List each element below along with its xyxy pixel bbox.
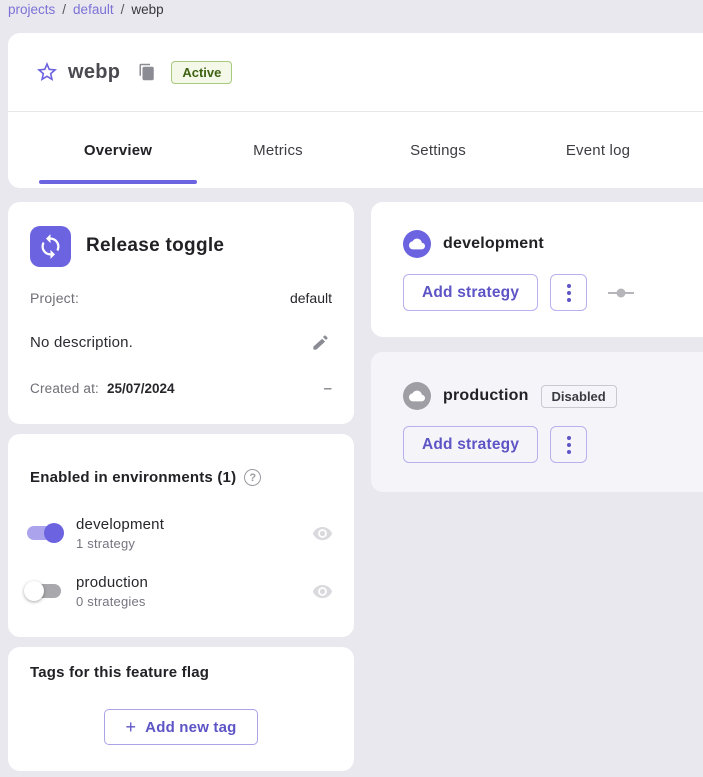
tab-metrics-label: Metrics <box>253 142 303 159</box>
breadcrumb-link-default[interactable]: default <box>73 2 114 17</box>
add-new-tag-button[interactable]: + Add new tag <box>104 709 258 745</box>
edit-description-button[interactable] <box>308 330 332 354</box>
environment-menu-button[interactable] <box>550 426 587 463</box>
production-toggle[interactable] <box>24 580 64 602</box>
created-at-value: 25/07/2024 <box>107 381 175 396</box>
enabled-environments-card: Enabled in environments (1) ? developmen… <box>8 434 354 637</box>
environment-icon-box <box>403 230 431 258</box>
feature-details-card: Release toggle Project: default No descr… <box>8 202 354 424</box>
kebab-icon <box>567 436 571 440</box>
eye-icon <box>312 523 333 544</box>
environment-name: production <box>76 574 310 591</box>
tab-settings-label: Settings <box>410 142 466 159</box>
status-badge: Active <box>171 61 232 84</box>
breadcrumb-current: webp <box>131 2 163 17</box>
tab-bar: Overview Metrics Settings Event log <box>38 112 678 188</box>
view-environment-button[interactable] <box>310 521 334 545</box>
add-strategy-button[interactable]: Add strategy <box>403 274 538 311</box>
description-text: No description. <box>30 334 133 351</box>
kebab-icon <box>567 284 571 288</box>
plus-icon: + <box>125 718 136 736</box>
environment-panel-development: development Add strategy <box>371 202 703 337</box>
feature-title-row: webp Active <box>8 33 703 111</box>
panel-header: development <box>403 230 544 258</box>
environment-row-production: production 0 strategies <box>24 569 334 613</box>
breadcrumb: projects / default / webp <box>8 2 164 17</box>
cloud-icon <box>409 388 425 404</box>
environment-panel-name: production <box>443 387 529 405</box>
tags-title: Tags for this feature flag <box>30 664 209 681</box>
panel-actions: Add strategy <box>403 274 635 311</box>
environment-name: development <box>76 516 310 533</box>
page-title: webp <box>68 61 120 84</box>
tab-event-log-label: Event log <box>566 142 630 159</box>
help-icon[interactable]: ? <box>244 469 261 486</box>
project-label: Project: <box>30 290 79 306</box>
description-row: No description. <box>30 330 332 354</box>
copy-name-button[interactable] <box>137 62 157 82</box>
kebab-icon <box>567 443 571 447</box>
tab-overview[interactable]: Overview <box>38 112 198 188</box>
page: { "breadcrumb": { "separator": "/", "ite… <box>0 0 703 777</box>
feature-header-card: webp Active Overview Metrics Settings Ev… <box>8 33 703 188</box>
kebab-icon <box>567 450 571 454</box>
collapse-details-button[interactable]: – <box>324 380 332 397</box>
kebab-icon <box>567 298 571 302</box>
tab-metrics[interactable]: Metrics <box>198 112 358 188</box>
cloud-icon <box>409 236 425 252</box>
panel-header: production Disabled <box>403 382 617 410</box>
eye-icon <box>312 581 333 602</box>
breadcrumb-separator: / <box>121 2 125 17</box>
add-new-tag-label: Add new tag <box>145 719 236 736</box>
tab-overview-label: Overview <box>84 142 152 159</box>
tab-event-log[interactable]: Event log <box>518 112 678 188</box>
add-strategy-button[interactable]: Add strategy <box>403 426 538 463</box>
environment-menu-button[interactable] <box>550 274 587 311</box>
toggle-knob <box>24 581 44 601</box>
created-at-label: Created at: <box>30 381 99 396</box>
project-row: Project: default <box>30 290 332 306</box>
environment-strategy-count: 0 strategies <box>76 594 310 609</box>
environments-title: Enabled in environments (1) <box>30 469 236 486</box>
feature-type-title: Release toggle <box>86 235 224 257</box>
environments-heading: Enabled in environments (1) ? <box>30 469 261 486</box>
environment-strategy-count: 1 strategy <box>76 536 310 551</box>
tab-settings[interactable]: Settings <box>358 112 518 188</box>
panel-actions: Add strategy <box>403 426 587 463</box>
breadcrumb-link-projects[interactable]: projects <box>8 2 55 17</box>
pencil-icon <box>311 333 330 352</box>
environment-panel-name: development <box>443 235 544 253</box>
tags-card: Tags for this feature flag + Add new tag <box>8 647 354 771</box>
disabled-badge: Disabled <box>541 385 617 408</box>
development-toggle[interactable] <box>24 522 64 544</box>
view-environment-button[interactable] <box>310 579 334 603</box>
environment-row-development: development 1 strategy <box>24 511 334 555</box>
active-tab-indicator <box>39 180 197 184</box>
star-icon <box>35 60 59 84</box>
environment-icon-box <box>403 382 431 410</box>
copy-icon <box>138 63 156 81</box>
feature-type-icon-box <box>30 226 71 267</box>
release-toggle-icon <box>37 233 64 260</box>
toggle-knob <box>44 523 64 543</box>
favorite-button[interactable] <box>35 60 59 84</box>
environment-panel-production: production Disabled Add strategy <box>371 352 703 492</box>
project-value[interactable]: default <box>290 290 332 306</box>
breadcrumb-separator: / <box>62 2 66 17</box>
created-at-row: Created at: 25/07/2024 – <box>30 380 332 397</box>
kebab-icon <box>567 291 571 295</box>
no-metrics-icon <box>607 287 635 299</box>
